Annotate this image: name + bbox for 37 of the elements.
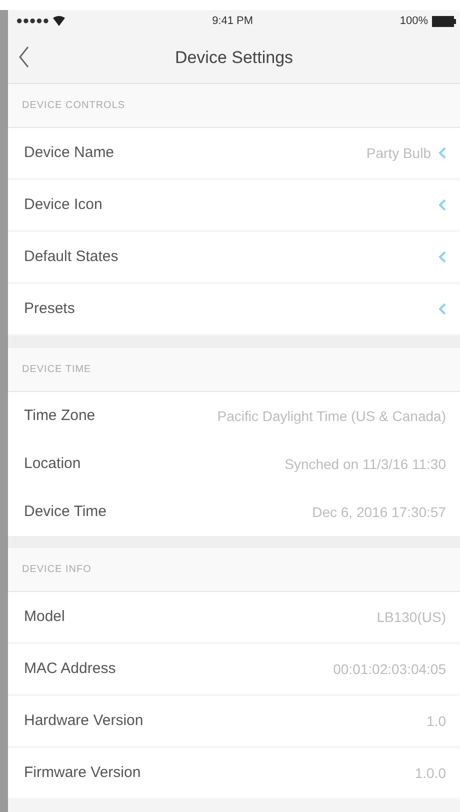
setting-label: Device Icon (24, 194, 102, 215)
setting-label: Location (24, 454, 81, 474)
chevron-icon (439, 147, 446, 159)
setting-label: Presets (24, 298, 75, 319)
setting-label: Device Name (24, 142, 114, 163)
chevron-icon (439, 199, 446, 211)
status-time: 9:41 PM (212, 14, 254, 29)
setting-value: Synched on 11/3/16 11:30 (284, 454, 446, 474)
back-icon (18, 46, 30, 68)
setting-label: Device Time (24, 502, 107, 522)
setting-value: 1.0.0 (414, 764, 446, 782)
battery-icon (432, 16, 456, 26)
chevron-icon (439, 251, 446, 263)
section-header: DEVICE INFO (22, 563, 92, 577)
setting-value: Dec 6, 2016 17:30:57 (312, 502, 446, 522)
settings-row[interactable]: Default States (8, 232, 460, 284)
signal-strength: ●●●●● (16, 14, 50, 29)
setting-label: Default States (24, 246, 118, 267)
chevron-icon (439, 303, 446, 315)
section-header: DEVICE TIME (22, 363, 92, 377)
setting-value: LB130(US) (376, 608, 446, 627)
setting-value: 00:01:02:03:04:05 (333, 660, 446, 678)
settings-row[interactable]: Device Icon (8, 180, 460, 232)
setting-value: 1.0 (426, 712, 446, 730)
setting-label: Hardware Version (24, 710, 144, 731)
page-title: Device Settings (174, 46, 294, 69)
setting-label: Firmware Version (24, 762, 141, 783)
battery-percent: 100% (400, 14, 428, 29)
settings-row[interactable]: Device Name Party Bulb (8, 128, 460, 180)
setting-label: MAC Address (24, 658, 116, 679)
section-header: DEVICE CONTROLS (22, 99, 126, 113)
settings-row[interactable]: Presets (8, 284, 460, 336)
setting-label: Time Zone (24, 406, 96, 426)
setting-value: Party Bulb (366, 144, 431, 163)
setting-value: Pacific Daylight Time (US & Canada) (217, 406, 446, 426)
setting-label: Model (24, 606, 65, 627)
wifi-icon (53, 16, 66, 26)
